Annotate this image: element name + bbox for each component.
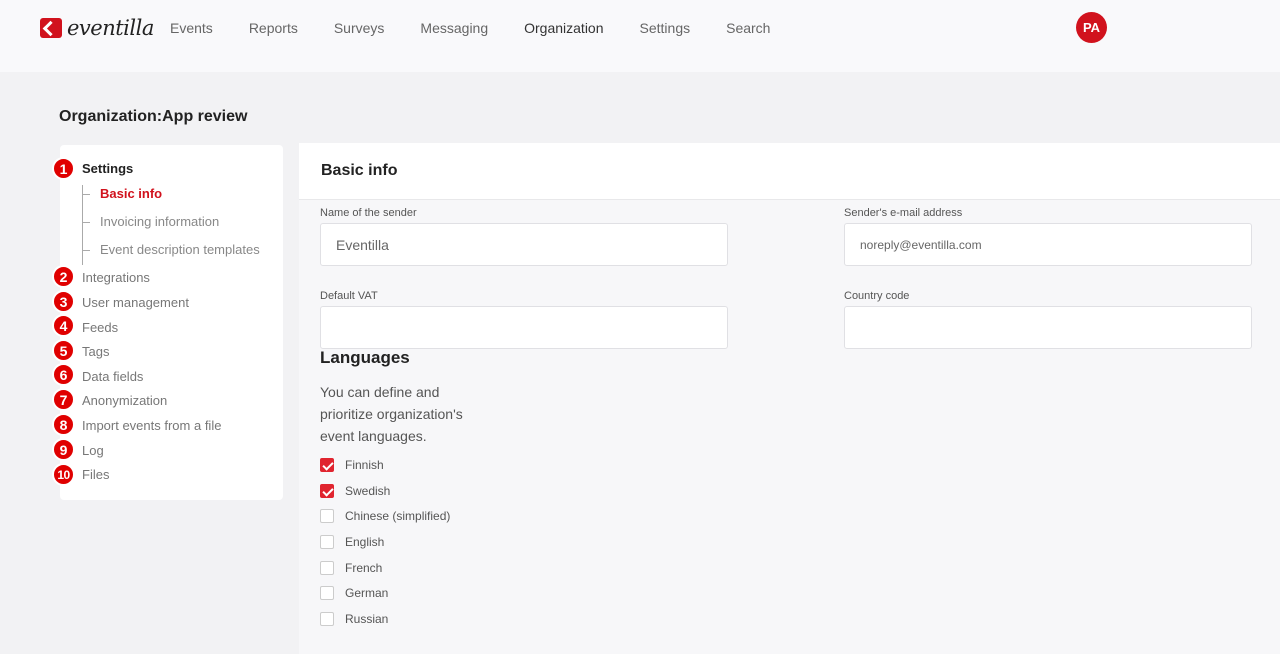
sidebar-item-log[interactable]: Log	[82, 443, 104, 458]
basic-info-panel: Basic info Name of the sender Sender's e…	[299, 143, 1280, 654]
swedish-checkbox[interactable]	[320, 484, 334, 498]
sidebar-item-feeds[interactable]: Feeds	[82, 320, 118, 335]
sidebar-item-anonymization[interactable]: Anonymization	[82, 393, 167, 408]
sub-tree-line	[82, 185, 83, 265]
nav-reports[interactable]: Reports	[231, 19, 316, 37]
swedish-label: Swedish	[345, 484, 391, 498]
sidebar-subitem-invoicing[interactable]: Invoicing information	[82, 214, 219, 229]
sidebar-item-data-fields[interactable]: Data fields	[82, 369, 143, 384]
nav-surveys[interactable]: Surveys	[316, 19, 403, 37]
sidebar-subitem-basic-info[interactable]: Basic info	[82, 186, 162, 201]
eventilla-logo-icon	[40, 18, 62, 38]
sidebar-item-files[interactable]: Files	[82, 467, 109, 482]
panel-title: Basic info	[321, 162, 398, 179]
country-code-label: Country code	[844, 290, 910, 302]
annotation-badge-6: 6	[52, 363, 75, 386]
language-option-russian[interactable]: Russian	[320, 612, 388, 626]
country-code-input[interactable]	[844, 306, 1252, 349]
main-nav: Events Reports Surveys Messaging Organiz…	[152, 19, 788, 37]
german-checkbox[interactable]	[320, 586, 334, 600]
page-title: Organization:App review	[59, 108, 248, 125]
russian-label: Russian	[345, 612, 389, 626]
annotation-badge-4: 4	[52, 314, 75, 337]
annotation-badge-3: 3	[52, 290, 75, 313]
top-navigation-bar: eventilla Events Reports Surveys Messagi…	[0, 0, 1280, 72]
default-vat-input[interactable]	[320, 306, 728, 349]
annotation-badge-8: 8	[52, 413, 75, 436]
annotation-badge-1: 1	[52, 157, 75, 180]
finnish-checkbox[interactable]	[320, 458, 334, 472]
sender-name-label: Name of the sender	[320, 207, 417, 219]
sender-email-input[interactable]	[844, 223, 1252, 266]
eventilla-logo[interactable]: eventilla	[40, 16, 154, 40]
user-avatar[interactable]: PA	[1076, 12, 1107, 43]
sender-name-input[interactable]	[320, 223, 728, 266]
panel-header: Basic info	[299, 143, 1280, 200]
nav-messaging[interactable]: Messaging	[402, 19, 506, 37]
sidebar-item-tags[interactable]: Tags	[82, 344, 109, 359]
annotation-badge-2: 2	[52, 265, 75, 288]
sidebar-item-user-management[interactable]: User management	[82, 295, 189, 310]
annotation-badge-7: 7	[52, 388, 75, 411]
sidebar-subitem-event-templates[interactable]: Event description templates	[83, 242, 260, 257]
french-checkbox[interactable]	[320, 561, 334, 575]
german-label: German	[345, 586, 389, 600]
sidebar-item-import-events[interactable]: Import events from a file	[82, 418, 221, 433]
language-option-chinese[interactable]: Chinese (simplified)	[320, 509, 450, 523]
nav-organization[interactable]: Organization	[506, 19, 621, 37]
sidebar-heading-settings[interactable]: Settings	[82, 161, 133, 176]
languages-description: You can define and prioritize organizati…	[320, 384, 463, 444]
english-label: English	[345, 535, 385, 549]
nav-settings[interactable]: Settings	[622, 19, 709, 37]
logo-text: eventilla	[67, 16, 154, 40]
chinese-label: Chinese (simplified)	[345, 509, 451, 523]
annotation-badge-5: 5	[52, 339, 75, 362]
language-option-finnish[interactable]: Finnish	[320, 458, 384, 472]
sender-email-label: Sender's e-mail address	[844, 207, 963, 219]
english-checkbox[interactable]	[320, 535, 334, 549]
nav-events[interactable]: Events	[152, 19, 231, 37]
sidebar-item-integrations[interactable]: Integrations	[82, 270, 150, 285]
french-label: French	[345, 561, 383, 575]
language-option-french[interactable]: French	[320, 561, 382, 575]
settings-sidebar: Settings Basic info Invoicing informatio…	[60, 145, 283, 500]
annotation-badge-9: 9	[52, 438, 75, 461]
default-vat-label: Default VAT	[320, 290, 378, 302]
chinese-checkbox[interactable]	[320, 509, 334, 523]
nav-search[interactable]: Search	[708, 19, 788, 37]
annotation-badge-10: 10	[52, 463, 75, 486]
language-option-english[interactable]: English	[320, 535, 384, 549]
finnish-label: Finnish	[345, 458, 384, 472]
language-option-german[interactable]: German	[320, 586, 388, 600]
language-option-swedish[interactable]: Swedish	[320, 484, 390, 498]
languages-title: Languages	[320, 348, 410, 367]
russian-checkbox[interactable]	[320, 612, 334, 626]
